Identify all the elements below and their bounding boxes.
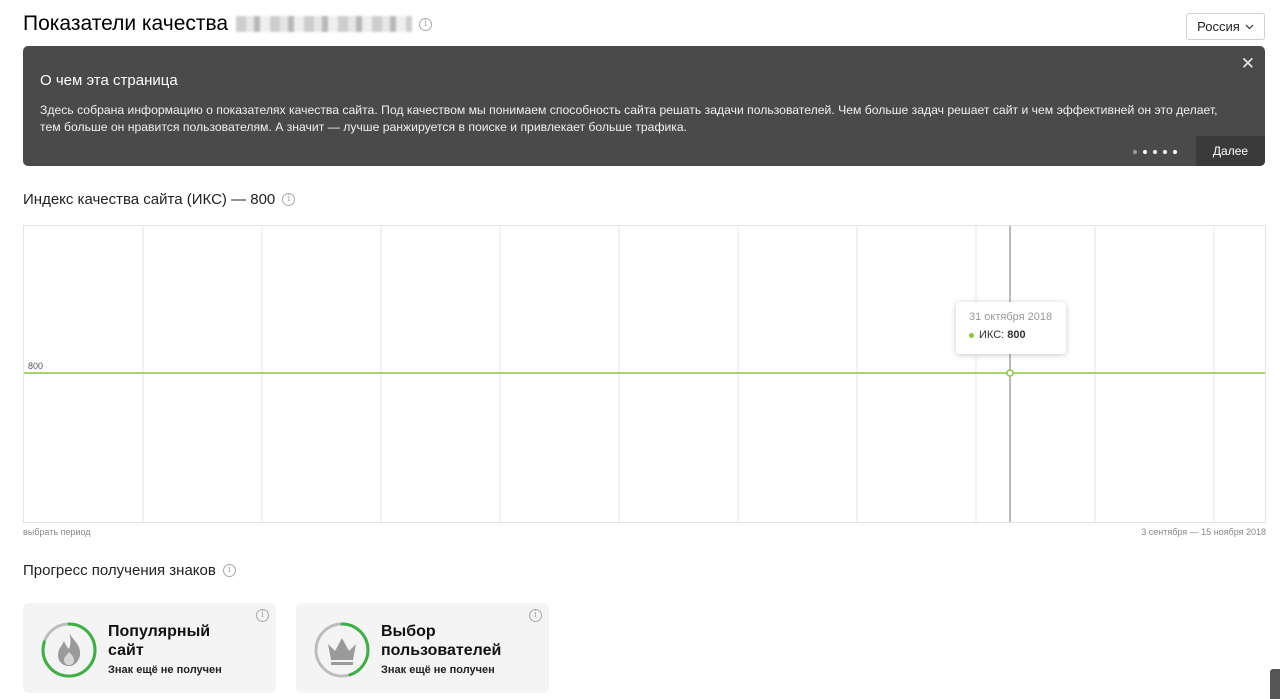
info-icon[interactable]: i bbox=[529, 609, 542, 622]
y-tick-label: 800 bbox=[28, 361, 43, 371]
badge-name: Выбор пользователей bbox=[381, 622, 501, 660]
region-value: Россия bbox=[1197, 19, 1240, 34]
badge-name-line: Популярный bbox=[108, 623, 211, 640]
scrollbar-thumb[interactable] bbox=[1270, 669, 1280, 699]
iks-chart-svg: 800 bbox=[24, 226, 1265, 522]
badge-card-popular[interactable]: Популярный сайт Знак ещё не получен i bbox=[23, 603, 276, 693]
iks-title-text: Индекс качества сайта (ИКС) — 800 bbox=[23, 191, 276, 208]
badge-name-line: сайт bbox=[108, 642, 144, 659]
date-range: 3 сентября — 15 ноября 2018 bbox=[1141, 527, 1266, 537]
iks-section-title: Индекс качества сайта (ИКС) — 800 i bbox=[23, 191, 296, 208]
region-select[interactable]: Россия bbox=[1186, 13, 1265, 40]
badge-name-line: Выбор bbox=[381, 623, 436, 640]
tooltip-series: ИКС: bbox=[979, 329, 1005, 341]
badge-status: Знак ещё не получен bbox=[381, 664, 495, 676]
page-header: Показатели качества i bbox=[23, 12, 433, 36]
flame-icon bbox=[41, 622, 97, 678]
pagination-dot[interactable] bbox=[1163, 150, 1167, 154]
progress-section-title: Прогресс получения знаков i bbox=[23, 562, 236, 579]
info-icon[interactable]: i bbox=[222, 564, 236, 577]
close-icon[interactable]: ✕ bbox=[1241, 54, 1255, 74]
tooltip-value: 800 bbox=[1007, 329, 1026, 341]
next-button[interactable]: Далее bbox=[1196, 136, 1265, 166]
badge-name: Популярный сайт bbox=[108, 622, 210, 660]
pagination-dot[interactable] bbox=[1173, 150, 1177, 154]
tooltip-date: 31 октября 2018 bbox=[969, 311, 1053, 323]
tooltip-row: ИКС: 800 bbox=[969, 329, 1026, 341]
chevron-down-icon bbox=[1245, 22, 1254, 32]
data-point bbox=[1006, 369, 1014, 377]
iks-chart[interactable]: 800 31 октября 2018 ИКС: 800 bbox=[23, 225, 1266, 523]
progress-title-text: Прогресс получения знаков bbox=[23, 562, 216, 579]
info-icon[interactable]: i bbox=[282, 193, 296, 206]
pagination-dots bbox=[1133, 150, 1177, 154]
chart-tooltip: 31 октября 2018 ИКС: 800 bbox=[956, 302, 1066, 354]
pagination-dot[interactable] bbox=[1153, 150, 1157, 154]
select-period-link[interactable]: выбрать период bbox=[23, 527, 91, 537]
pagination-dot[interactable] bbox=[1133, 150, 1137, 154]
pagination-dot[interactable] bbox=[1143, 150, 1147, 154]
badge-card-users-choice[interactable]: Выбор пользователей Знак ещё не получен … bbox=[296, 603, 549, 693]
banner-title: О чем эта страница bbox=[40, 72, 178, 89]
badge-name-line: пользователей bbox=[381, 642, 502, 659]
info-icon[interactable]: i bbox=[419, 17, 433, 31]
site-name-blurred bbox=[236, 16, 413, 32]
series-marker bbox=[969, 332, 974, 338]
info-icon[interactable]: i bbox=[256, 609, 269, 622]
banner-text: Здесь собрана информацию о показателях к… bbox=[40, 103, 1218, 134]
onboarding-banner: О чем эта страница Здесь собрана информа… bbox=[23, 46, 1265, 166]
page-title: Показатели качества bbox=[23, 12, 229, 35]
quality-page: Показатели качества i Россия О чем эта с… bbox=[0, 0, 1280, 699]
badge-status: Знак ещё не получен bbox=[108, 664, 222, 676]
crown-icon bbox=[314, 622, 370, 678]
